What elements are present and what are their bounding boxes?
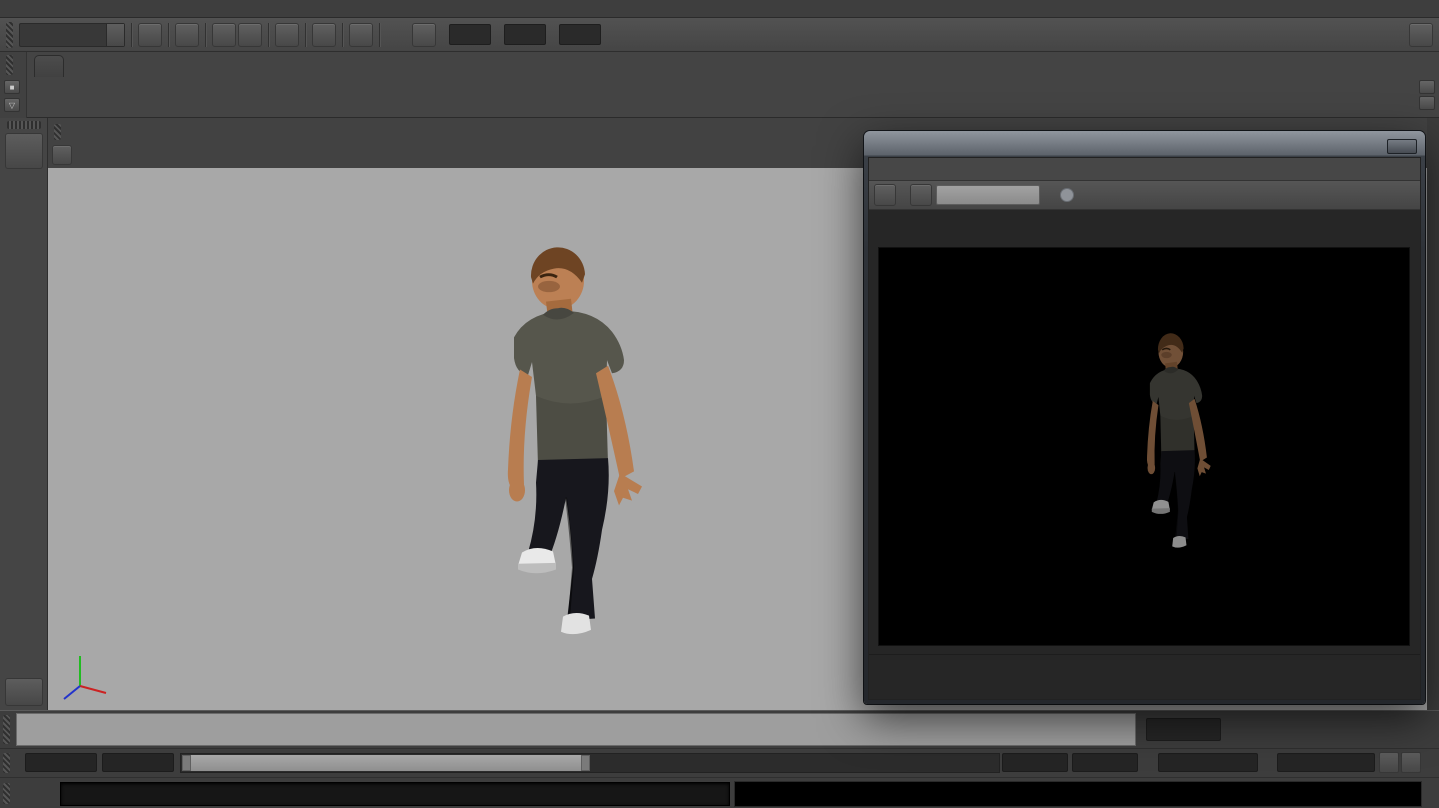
render-canvas-area[interactable] xyxy=(869,210,1420,654)
status-line-handle[interactable] xyxy=(6,22,13,48)
command-line-row xyxy=(0,777,1439,808)
z-coord-input[interactable] xyxy=(559,24,601,45)
menu-set-selector[interactable] xyxy=(19,23,125,47)
shelf-scroll-up-icon[interactable] xyxy=(1419,80,1435,94)
x-coord-input[interactable] xyxy=(449,24,491,45)
range-slider-track[interactable] xyxy=(180,753,1000,773)
main-menu-bar xyxy=(0,0,1439,18)
shelf-scroll-down-icon[interactable] xyxy=(1419,96,1435,110)
time-slider xyxy=(0,710,1439,748)
axis-indicator xyxy=(58,644,114,704)
panel-menu-bar xyxy=(48,121,87,143)
toolbox xyxy=(0,118,48,710)
animation-start-field[interactable] xyxy=(25,753,97,772)
renderer-selector[interactable] xyxy=(936,185,1040,205)
shelf-option-arrow-icon[interactable]: ▽ xyxy=(4,98,20,112)
trash-icon[interactable] xyxy=(1419,55,1431,57)
rendered-image[interactable] xyxy=(879,248,1409,645)
toolbox-handle[interactable] xyxy=(7,121,41,129)
rendered-character xyxy=(1129,332,1224,562)
range-end-grip[interactable] xyxy=(581,755,590,771)
character-set-field[interactable] xyxy=(1277,753,1375,772)
chevron-down-icon[interactable] xyxy=(106,24,124,46)
current-time-field[interactable] xyxy=(1146,718,1221,741)
playback-options-icon[interactable] xyxy=(1141,755,1157,771)
range-slider-row xyxy=(0,748,1439,777)
command-language-toggle[interactable] xyxy=(18,786,30,788)
set-key-icon[interactable] xyxy=(1379,752,1399,773)
collapse-fields-icon[interactable] xyxy=(386,23,410,47)
render-view-body xyxy=(868,157,1421,700)
shelf-handle[interactable] xyxy=(6,55,13,75)
render-view-window[interactable] xyxy=(864,131,1425,704)
render-view-toolbar xyxy=(869,180,1420,210)
status-line xyxy=(0,18,1439,52)
range-slider-bar[interactable] xyxy=(182,755,590,771)
playback-end-field[interactable] xyxy=(1002,753,1068,772)
command-input-field[interactable] xyxy=(60,782,730,806)
shelf-left-column: ■ ▽ xyxy=(0,52,27,118)
shelf-menu-button[interactable]: ■ xyxy=(4,80,20,94)
command-output-field xyxy=(734,781,1422,807)
panel-menu-handle[interactable] xyxy=(54,124,61,140)
shelf: ■ ▽ xyxy=(0,52,1439,118)
panel-close-icon[interactable] xyxy=(1427,128,1439,142)
stop-ipr-icon[interactable] xyxy=(1060,188,1074,202)
auto-keyframe-icon[interactable] xyxy=(1401,752,1421,773)
y-coord-input[interactable] xyxy=(504,24,546,45)
render-view-titlebar[interactable] xyxy=(868,135,1421,157)
script-editor-icon[interactable] xyxy=(1420,784,1437,802)
time-slider-ruler[interactable] xyxy=(16,713,1136,746)
panel-right-edge xyxy=(1427,118,1439,710)
command-line-handle[interactable] xyxy=(3,783,10,804)
render-view-statusbar xyxy=(869,654,1420,699)
range-start-grip[interactable] xyxy=(182,755,191,771)
range-slider-handle[interactable] xyxy=(3,753,10,773)
character-model[interactable] xyxy=(470,245,670,660)
time-slider-handle[interactable] xyxy=(3,715,10,744)
quick-rename-icon[interactable] xyxy=(412,23,436,47)
animation-end-field[interactable] xyxy=(1072,753,1138,772)
playback-start-field[interactable] xyxy=(102,753,174,772)
anim-layer-field[interactable] xyxy=(1158,753,1258,772)
anim-layer-options-icon[interactable] xyxy=(1259,755,1275,771)
